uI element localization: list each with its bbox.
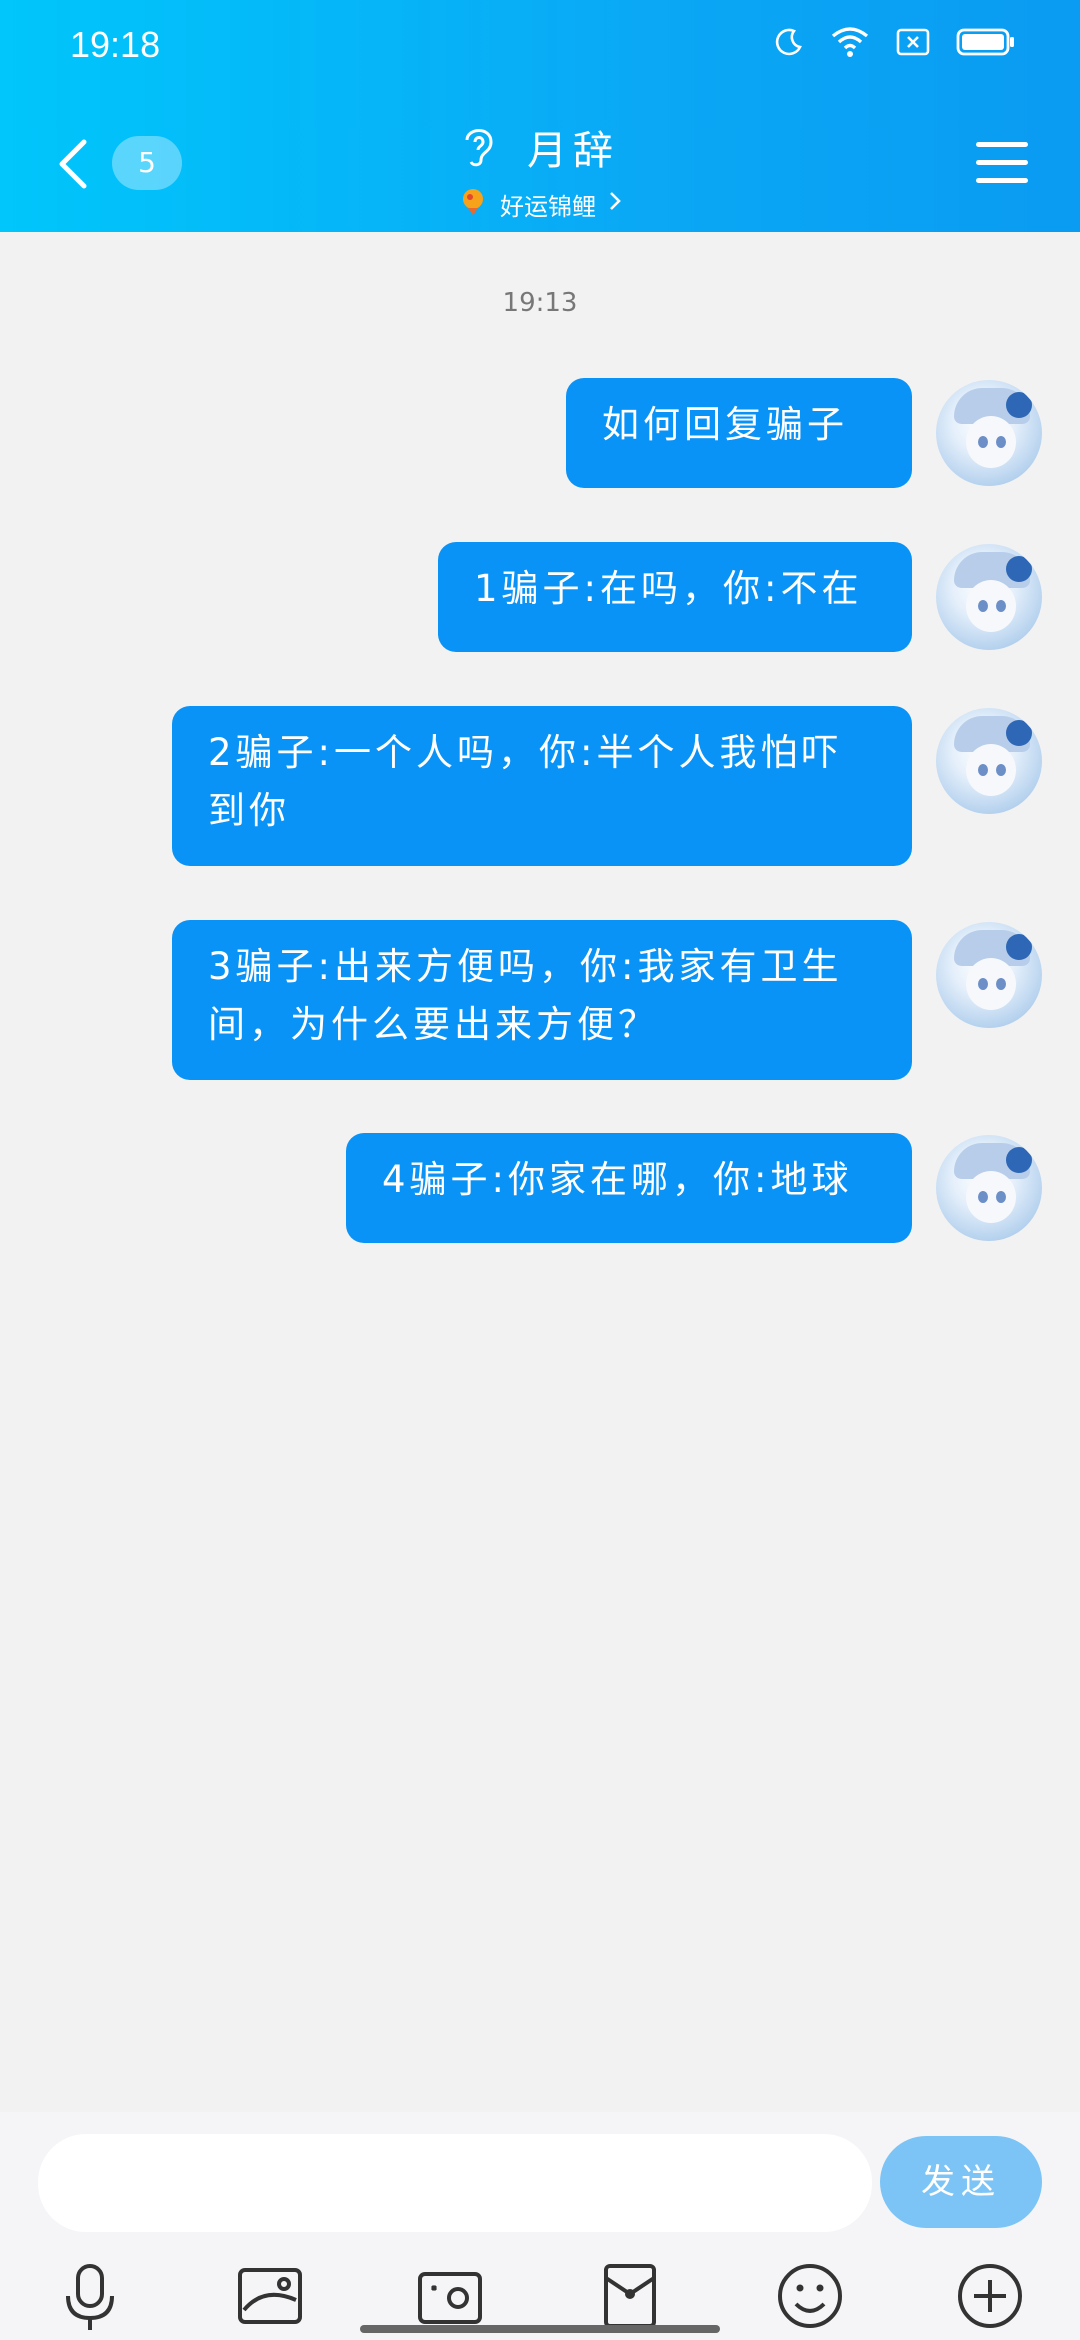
home-indicator[interactable]: [360, 2325, 720, 2333]
koi-icon: [458, 186, 488, 222]
wifi-icon: [830, 26, 870, 58]
chat-subtitle: 好运锦鲤: [500, 192, 596, 221]
chat-title-area[interactable]: 月辞 好运锦鲤: [0, 118, 1080, 222]
message-bubble[interactable]: 1骗子:在吗，你:不在: [438, 542, 912, 652]
input-toolbar: [0, 2260, 1080, 2332]
ear-icon: [461, 122, 497, 172]
red-packet-icon[interactable]: [594, 2260, 666, 2332]
plus-icon[interactable]: [954, 2260, 1026, 2332]
moon-icon: [774, 27, 804, 57]
send-button[interactable]: 发送: [880, 2136, 1042, 2228]
avatar[interactable]: [936, 922, 1042, 1028]
chat-header: 19:18 5 月辞 好运锦鲤: [0, 0, 1080, 232]
menu-button[interactable]: [976, 142, 1028, 186]
chat-title: 月辞: [527, 128, 619, 174]
avatar[interactable]: [936, 708, 1042, 814]
status-icons: [774, 26, 1016, 58]
avatar[interactable]: [936, 544, 1042, 650]
message-bubble[interactable]: 3骗子:出来方便吗，你:我家有卫生间，为什么要出来方便？: [172, 920, 912, 1080]
image-icon[interactable]: [234, 2260, 306, 2332]
status-time: 19:18: [70, 24, 161, 65]
emoji-icon[interactable]: [774, 2260, 846, 2332]
menu-icon-line: [976, 178, 1028, 183]
input-bar: 发送: [0, 2112, 1080, 2340]
camera-icon[interactable]: [414, 2260, 486, 2332]
message-bubble[interactable]: 如何回复骗子: [566, 378, 912, 488]
message-timestamp: 19:13: [502, 288, 578, 318]
avatar[interactable]: [936, 1135, 1042, 1241]
message-input[interactable]: [38, 2134, 872, 2232]
microphone-icon[interactable]: [54, 2260, 126, 2332]
chevron-right-icon: [608, 190, 622, 218]
menu-icon-line: [976, 160, 1028, 165]
sim-off-icon: [896, 28, 930, 56]
message-bubble[interactable]: 2骗子:一个人吗，你:半个人我怕吓到你: [172, 706, 912, 866]
menu-icon: [976, 142, 1028, 147]
battery-icon: [956, 27, 1016, 57]
message-bubble[interactable]: 4骗子:你家在哪，你:地球: [346, 1133, 912, 1243]
avatar[interactable]: [936, 380, 1042, 486]
